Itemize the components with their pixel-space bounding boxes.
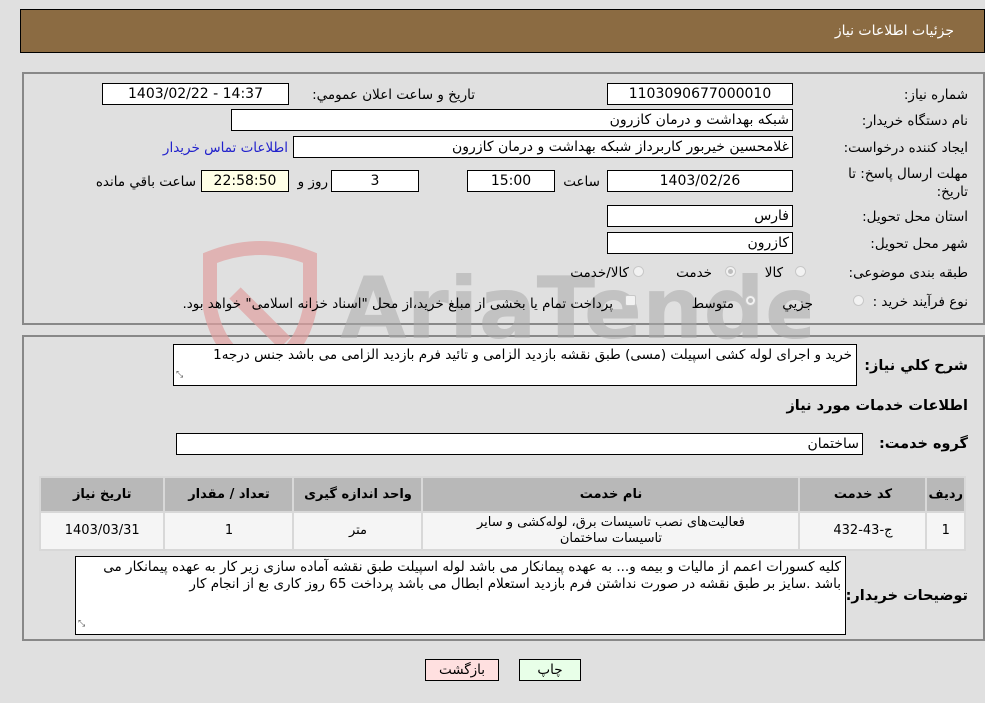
- table-row: 1 ج-43-432 فعالیت‌های نصب تاسیسات برق، ل…: [38, 511, 966, 551]
- deadline-time-label: ساعت: [563, 174, 600, 190]
- deadline-date-field: 1403/02/26: [607, 170, 793, 192]
- resize-handle-icon[interactable]: ⤡: [176, 367, 183, 384]
- need-number-field: 1103090677000010: [607, 83, 793, 105]
- province-field: فارس: [607, 205, 793, 227]
- col-row-number: ردیف: [925, 476, 966, 513]
- days-label: روز و: [297, 174, 328, 190]
- services-table: ردیف کد خدمت نام خدمت واحد اندازه گیری ت…: [38, 476, 966, 551]
- description-textarea[interactable]: خرید و اجرای لوله کشی اسپیلت (مسی) طبق ن…: [173, 344, 857, 386]
- service-group-field: ساختمان: [176, 433, 863, 455]
- buyer-notes-text: کلیه کسورات اعمم از مالیات و بیمه و... ب…: [103, 559, 841, 592]
- col-unit: واحد اندازه گیری: [292, 476, 424, 513]
- announce-label: تاریخ و ساعت اعلان عمومي:: [312, 87, 475, 103]
- page-title: جزئیات اطلاعات نیاز: [834, 23, 954, 39]
- process-radio-medium[interactable]: [745, 295, 756, 306]
- cell-quantity: 1: [163, 511, 295, 551]
- service-group-label: گروه خدمت:: [878, 436, 968, 452]
- buyer-notes-label: توضیحات خریدار:: [845, 588, 968, 604]
- resize-handle-icon[interactable]: ⤡: [78, 616, 85, 633]
- creator-field: غلامحسین خیربور کاربرداز شبکه بهداشت و د…: [293, 136, 793, 158]
- province-label: استان محل تحویل:: [862, 209, 968, 225]
- table-header-row: ردیف کد خدمت نام خدمت واحد اندازه گیری ت…: [38, 476, 966, 513]
- cell-unit: متر: [292, 511, 424, 551]
- buyer-notes-textarea[interactable]: کلیه کسورات اعمم از مالیات و بیمه و... ب…: [75, 556, 846, 635]
- col-quantity: تعداد / مقدار: [163, 476, 295, 513]
- deadline-time-field: 15:00: [467, 170, 555, 192]
- col-service-code: کد خدمت: [798, 476, 928, 513]
- creator-label: ایجاد کننده درخواست:: [843, 140, 968, 156]
- buyer-org-field: شبکه بهداشت و درمان کازرون: [231, 109, 793, 131]
- days-remaining-field: 3: [331, 170, 419, 192]
- back-button[interactable]: بازگشت: [425, 659, 499, 681]
- category-radio-goods-service[interactable]: [633, 266, 644, 277]
- treasury-checkbox[interactable]: [625, 295, 636, 306]
- cell-need-date: 1403/03/31: [38, 511, 166, 551]
- services-section-title: اطلاعات خدمات مورد نیاز: [786, 398, 968, 414]
- print-button[interactable]: چاپ: [519, 659, 581, 681]
- deadline-label: مهلت ارسال پاسخ: تا تاریخ:: [848, 166, 968, 200]
- col-service-name: نام خدمت: [421, 476, 801, 513]
- cell-row-number: 1: [925, 511, 966, 551]
- description-label: شرح کلي نیاز:: [864, 358, 968, 374]
- category-radio-goods[interactable]: [795, 266, 806, 277]
- category-option-goods: کالا: [764, 265, 783, 281]
- page-header: جزئیات اطلاعات نیاز: [20, 9, 985, 53]
- category-option-service: خدمت: [676, 265, 712, 281]
- buyer-contact-link[interactable]: اطلاعات تماس خریدار: [163, 140, 288, 156]
- city-field: کازرون: [607, 232, 793, 254]
- process-radio-minor[interactable]: [853, 295, 864, 306]
- need-number-label: شماره نیاز:: [903, 87, 968, 103]
- time-remaining-field: 22:58:50: [201, 170, 289, 192]
- city-label: شهر محل تحویل:: [870, 236, 968, 252]
- category-radio-service[interactable]: [725, 266, 736, 277]
- category-label: طبقه بندی موضوعی:: [848, 265, 968, 281]
- buyer-org-label: نام دستگاه خریدار:: [861, 113, 968, 129]
- category-option-goods-service: کالا/خدمت: [570, 265, 629, 281]
- col-need-date: تاریخ نیاز: [38, 476, 166, 513]
- announce-field: 1403/02/22 - 14:37: [102, 83, 289, 105]
- treasury-note: پرداخت تمام یا بخشی از مبلغ خرید،از محل …: [182, 296, 613, 312]
- process-option-minor: جزيي: [782, 296, 813, 312]
- description-text: خرید و اجرای لوله کشی اسپیلت (مسی) طبق ن…: [213, 347, 852, 363]
- cell-service-name: فعالیت‌های نصب تاسیسات برق، لوله‌کشی و س…: [421, 511, 801, 551]
- process-label: نوع فرآیند خرید :: [872, 294, 968, 310]
- time-remaining-label: ساعت باقي مانده: [95, 174, 196, 190]
- process-option-medium: متوسط: [691, 296, 734, 312]
- cell-service-code: ج-43-432: [798, 511, 928, 551]
